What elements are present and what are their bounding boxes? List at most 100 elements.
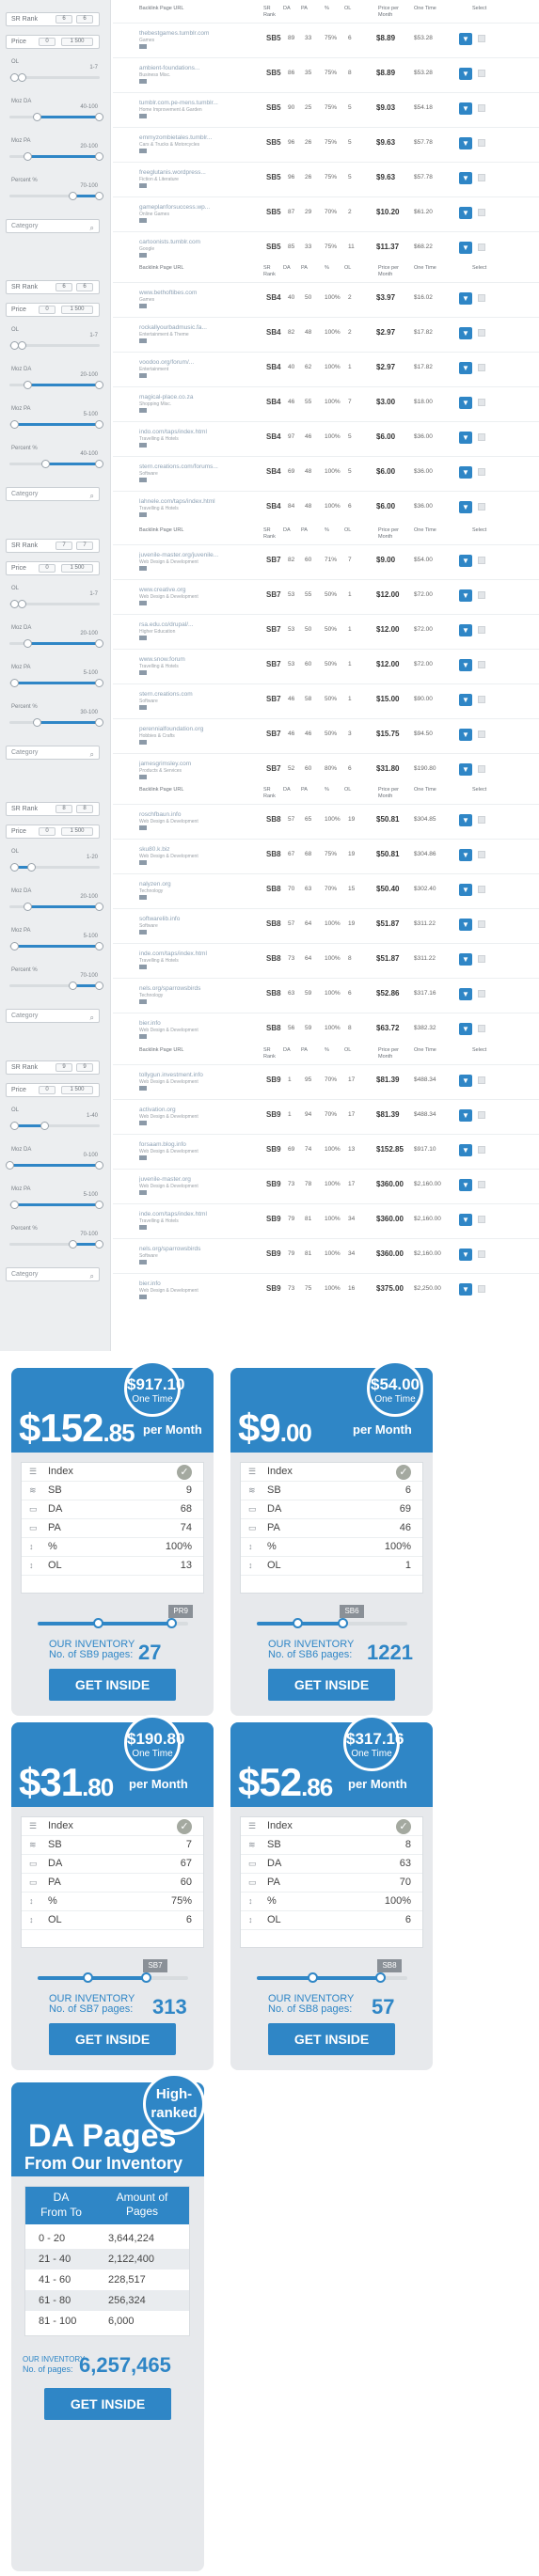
select-checkbox[interactable] [478, 696, 485, 703]
price-from-input[interactable]: 0 [39, 564, 55, 573]
add-to-cart-button[interactable]: ▼ [459, 466, 472, 479]
select-checkbox[interactable] [478, 1285, 485, 1293]
select-checkbox[interactable] [478, 1146, 485, 1154]
select-checkbox[interactable] [478, 329, 485, 337]
sr-rank-select[interactable]: SR Rank 9 9 [6, 1060, 100, 1075]
sr-to-select[interactable]: 6 [76, 283, 93, 291]
select-checkbox[interactable] [478, 139, 485, 147]
slider-min-handle[interactable] [9, 863, 19, 872]
moz-pa-range-slider[interactable] [9, 1201, 103, 1209]
site-url[interactable]: nalyzen.org [139, 881, 252, 887]
slider-max-handle[interactable] [18, 341, 27, 350]
select-checkbox[interactable] [478, 243, 485, 251]
price-from-input[interactable]: 0 [39, 306, 55, 314]
get-inside-button[interactable]: GET INSIDE [268, 2023, 395, 2055]
select-checkbox[interactable] [478, 1250, 485, 1258]
add-to-cart-button[interactable]: ▼ [459, 102, 472, 115]
percent-range-slider[interactable] [9, 718, 103, 727]
select-checkbox[interactable] [478, 1025, 485, 1032]
ol-range-slider[interactable] [9, 863, 100, 872]
add-to-cart-button[interactable]: ▼ [459, 1179, 472, 1191]
add-to-cart-button[interactable]: ▼ [459, 1214, 472, 1226]
select-checkbox[interactable] [478, 503, 485, 510]
select-checkbox[interactable] [478, 209, 485, 216]
add-to-cart-button[interactable]: ▼ [459, 1023, 472, 1035]
slider-min-handle[interactable] [9, 1201, 19, 1209]
slider-max-handle[interactable] [95, 903, 103, 911]
slider-max-handle[interactable] [95, 1201, 103, 1209]
add-to-cart-button[interactable]: ▼ [459, 919, 472, 931]
sr-to-select[interactable]: 7 [76, 542, 93, 550]
select-checkbox[interactable] [478, 399, 485, 406]
slider-min-handle[interactable] [6, 1161, 14, 1170]
price-to-input[interactable]: 1 500 [61, 827, 93, 836]
price-from-input[interactable]: 0 [39, 38, 55, 46]
moz-da-range-slider[interactable] [9, 381, 103, 389]
add-to-cart-button[interactable]: ▼ [459, 501, 472, 513]
price-to-input[interactable]: 1 500 [61, 38, 93, 46]
site-url[interactable]: www.snow.forum [139, 656, 252, 663]
site-url[interactable]: juvenile-master.org/juvenile... [139, 552, 252, 558]
slider-max-handle[interactable] [95, 460, 103, 468]
site-url[interactable]: freeglutanis.wordpress... [139, 169, 252, 176]
sr-rank-select[interactable]: SR Rank 6 6 [6, 280, 100, 294]
site-url[interactable]: www.creative.org [139, 587, 252, 593]
slider-min-handle[interactable] [9, 942, 19, 950]
add-to-cart-button[interactable]: ▼ [459, 432, 472, 444]
slider-max-handle[interactable] [95, 381, 103, 389]
site-url[interactable]: forsaam.blog.info [139, 1141, 252, 1148]
add-to-cart-button[interactable]: ▼ [459, 1144, 472, 1156]
slider-max-handle[interactable] [18, 73, 27, 82]
add-to-cart-button[interactable]: ▼ [459, 694, 472, 706]
get-inside-button[interactable]: GET INSIDE [49, 2023, 176, 2055]
get-inside-button[interactable]: GET INSIDE [49, 1669, 176, 1701]
site-url[interactable]: tollygun.investment.info [139, 1072, 252, 1078]
slider-min-handle[interactable] [24, 903, 33, 911]
percent-range-slider[interactable] [9, 460, 103, 468]
add-to-cart-button[interactable]: ▼ [459, 953, 472, 966]
site-url[interactable]: indo.com/taps/index.html [139, 429, 252, 435]
select-checkbox[interactable] [478, 294, 485, 302]
moz-da-range-slider[interactable] [9, 113, 103, 121]
ol-range-slider[interactable] [9, 600, 100, 608]
add-to-cart-button[interactable]: ▼ [459, 1249, 472, 1261]
price-range[interactable]: Price 0 1 500 [6, 561, 100, 575]
select-checkbox[interactable] [478, 104, 485, 112]
select-checkbox[interactable] [478, 765, 485, 773]
moz-da-range-slider[interactable] [9, 639, 103, 648]
add-to-cart-button[interactable]: ▼ [459, 1109, 472, 1122]
price-range[interactable]: Price 0 1 500 [6, 35, 100, 49]
add-to-cart-button[interactable]: ▼ [459, 292, 472, 305]
moz-pa-range-slider[interactable] [9, 679, 103, 687]
slider-min-handle[interactable] [24, 639, 33, 648]
slider-max-handle[interactable] [95, 113, 103, 121]
slider-min-handle[interactable] [69, 1240, 78, 1249]
site-url[interactable]: stern.creations.com [139, 691, 252, 698]
moz-da-range-slider[interactable] [6, 1161, 103, 1170]
site-url[interactable]: sku80.k.biz [139, 846, 252, 853]
category-search[interactable]: Category ⌕ [6, 1267, 100, 1281]
add-to-cart-button[interactable]: ▼ [459, 763, 472, 776]
slider-max-handle[interactable] [95, 152, 103, 161]
sr-from-select[interactable]: 8 [55, 805, 72, 813]
site-url[interactable]: emmyzombietales.tumblr... [139, 134, 252, 141]
percent-range-slider[interactable] [9, 982, 103, 990]
select-checkbox[interactable] [478, 468, 485, 476]
add-to-cart-button[interactable]: ▼ [459, 589, 472, 602]
add-to-cart-button[interactable]: ▼ [459, 1075, 472, 1087]
sr-to-select[interactable]: 8 [76, 805, 93, 813]
slider-min-handle[interactable] [69, 192, 78, 200]
select-checkbox[interactable] [478, 816, 485, 824]
select-checkbox[interactable] [478, 1076, 485, 1084]
add-to-cart-button[interactable]: ▼ [459, 1283, 472, 1296]
slider-max-handle[interactable] [95, 192, 103, 200]
ol-range-slider[interactable] [9, 1122, 100, 1130]
slider-max-handle[interactable] [95, 1161, 103, 1170]
select-checkbox[interactable] [478, 557, 485, 564]
percent-range-slider[interactable] [9, 192, 103, 200]
moz-pa-range-slider[interactable] [9, 942, 103, 950]
add-to-cart-button[interactable]: ▼ [459, 362, 472, 374]
slider-min-handle[interactable] [9, 420, 19, 429]
price-to-input[interactable]: 1 500 [61, 1086, 93, 1094]
moz-pa-range-slider[interactable] [9, 152, 103, 161]
